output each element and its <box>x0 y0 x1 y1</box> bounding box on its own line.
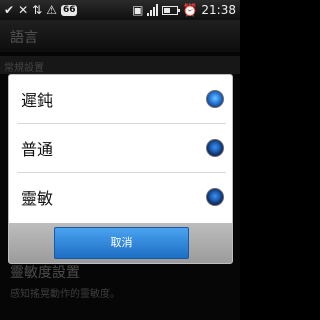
option-label: 遲鈍 <box>21 91 54 110</box>
sensitivity-dialog: 遲鈍 普通 靈敏 取消 <box>8 74 233 264</box>
battery-icon <box>162 5 181 15</box>
option-normal[interactable]: 普通 <box>9 124 232 172</box>
notification-badge: 66 <box>60 4 78 16</box>
status-bar-right: ▣ ⏰ 21:38 <box>132 3 236 17</box>
option-label: 靈敏 <box>21 189 54 208</box>
dialog-footer: 取消 <box>9 223 232 263</box>
alarm-icon: ⏰ <box>182 3 198 17</box>
option-sensitive[interactable]: 靈敏 <box>9 173 232 221</box>
option-slow[interactable]: 遲鈍 <box>9 75 232 123</box>
signal-bars-icon <box>147 4 159 16</box>
option-label: 普通 <box>21 140 54 159</box>
status-bar-left: ✔ ✕ ⇅ ⚠ 66 <box>4 3 78 17</box>
status-bar: ✔ ✕ ⇅ ⚠ 66 ▣ ⏰ 21:38 <box>0 0 240 20</box>
x-signal-icon: ✕ <box>18 3 29 17</box>
battery-level <box>164 7 171 13</box>
sim-icon: ▣ <box>132 3 144 17</box>
radio-button[interactable] <box>206 139 224 157</box>
warning-icon: ⚠ <box>46 3 57 17</box>
check-icon: ✔ <box>4 3 15 17</box>
radio-button[interactable] <box>206 188 224 206</box>
radio-button[interactable] <box>206 90 224 108</box>
cancel-button[interactable]: 取消 <box>54 227 189 259</box>
clock: 21:38 <box>201 3 236 17</box>
transfer-icon: ⇅ <box>32 3 43 17</box>
